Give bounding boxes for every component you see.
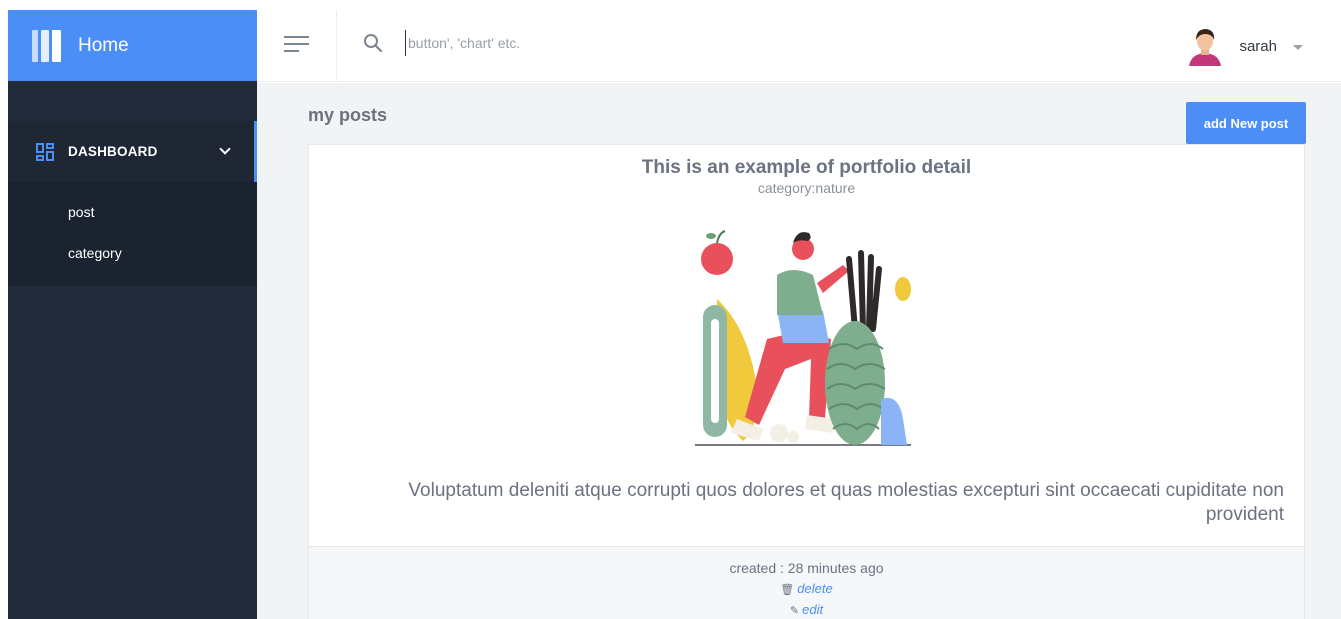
dashboard-grid-icon xyxy=(36,142,54,161)
sidebar-menu: DASHBOARD post category xyxy=(8,121,257,286)
user-menu[interactable]: sarah xyxy=(1187,26,1303,66)
search-icon[interactable] xyxy=(363,33,383,53)
trash-icon: 🗑 xyxy=(780,584,795,596)
post-card: This is an example of portfolio detail c… xyxy=(308,144,1305,619)
sidebar: Home DASHBOARD post category xyxy=(8,10,257,619)
edit-label[interactable]: edit xyxy=(802,602,823,617)
sidebar-item-dashboard[interactable]: DASHBOARD xyxy=(8,121,257,182)
post-title: This is an example of portfolio detail xyxy=(641,157,972,178)
delete-label[interactable]: delete xyxy=(797,581,832,596)
hamburger-icon[interactable] xyxy=(284,36,309,54)
edit-link[interactable]: ✎ edit xyxy=(309,602,1304,617)
search-input[interactable] xyxy=(405,30,905,56)
add-new-post-button[interactable]: add New post xyxy=(1186,102,1306,144)
delete-link[interactable]: 🗑 delete xyxy=(309,581,1304,596)
chevron-down-icon[interactable] xyxy=(219,143,231,155)
post-illustration xyxy=(695,230,911,446)
brand-bar[interactable]: Home xyxy=(8,10,257,81)
page-title: my posts xyxy=(308,105,388,125)
sidebar-item-label: DASHBOARD xyxy=(68,144,158,159)
pencil-icon: ✎ xyxy=(789,605,800,617)
post-body: Voluptatum deleniti atque corrupti quos … xyxy=(408,480,1284,525)
topbar: sarah xyxy=(257,10,1341,82)
sidebar-submenu: post category xyxy=(8,182,257,286)
brand-title[interactable]: Home xyxy=(78,35,129,57)
post-created-time: created : 28 minutes ago xyxy=(729,560,884,576)
sidebar-item-category[interactable]: category xyxy=(8,233,257,274)
post-footer: created : 28 minutes ago 🗑 delete ✎ edit xyxy=(309,546,1304,619)
post-category: category:nature xyxy=(757,180,856,196)
main-content: my posts add New post This is an example… xyxy=(257,83,1341,619)
columns-logo-icon xyxy=(32,29,64,62)
user-avatar[interactable] xyxy=(1187,26,1223,66)
user-name[interactable]: sarah xyxy=(1239,38,1277,55)
sidebar-item-post[interactable]: post xyxy=(8,192,257,233)
caret-down-icon[interactable] xyxy=(1293,44,1303,50)
topbar-divider xyxy=(336,10,337,82)
